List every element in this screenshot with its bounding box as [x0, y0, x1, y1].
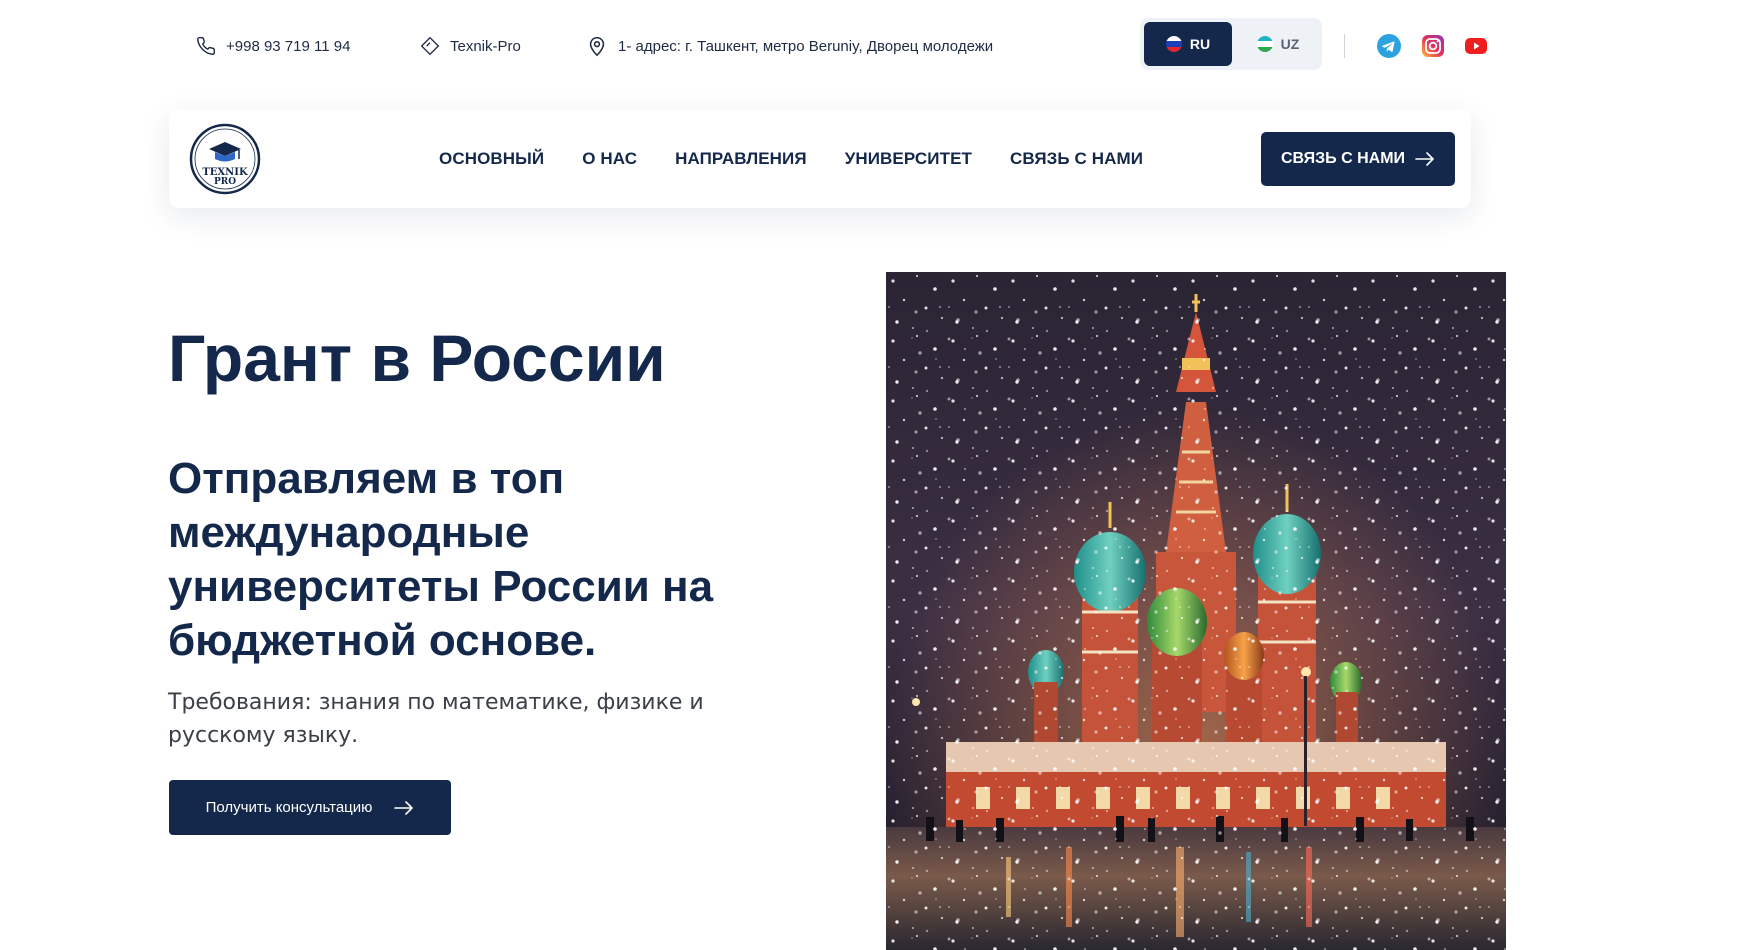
lang-ru-label: RU — [1189, 36, 1211, 52]
nav-menu: ОСНОВНЫЙ О НАС НАПРАВЛЕНИЯ УНИВЕРСИТЕТ С… — [439, 110, 1143, 208]
diamond-icon — [420, 36, 440, 56]
uzbekistan-flag-icon — [1256, 36, 1273, 52]
hero-subtitle: Отправляем в топ международные университ… — [168, 454, 714, 665]
lang-ru-button[interactable]: RU — [1144, 22, 1232, 66]
russia-flag-icon — [1165, 36, 1182, 52]
logo-text-line2: PRO — [214, 177, 236, 187]
nav-item-directions[interactable]: НАПРАВЛЕНИЯ — [675, 149, 807, 169]
location-pin-icon — [589, 36, 605, 57]
brand-contact[interactable]: Texnik-Pro — [420, 34, 521, 58]
nav-item-about[interactable]: О НАС — [582, 149, 637, 169]
phone-number: +998 93 719 11 94 — [226, 37, 351, 55]
brand-name: Texnik-Pro — [450, 37, 521, 55]
nav-item-contact[interactable]: СВЯЗЬ С НАМИ — [1010, 149, 1143, 169]
divider — [1344, 34, 1345, 58]
nav-item-main[interactable]: ОСНОВНЫЙ — [439, 149, 544, 169]
arrow-right-icon — [1415, 152, 1434, 166]
hero-title: Грант в России — [168, 321, 666, 395]
arrow-right-icon — [394, 800, 414, 815]
contact-us-button[interactable]: СВЯЗЬ С НАМИ — [1261, 132, 1455, 186]
lang-uz-label: UZ — [1280, 36, 1300, 52]
texnik-pro-logo[interactable]: TEXNIK PRO — [189, 123, 261, 195]
phone-contact[interactable]: +998 93 719 11 94 — [196, 34, 350, 58]
saint-basils-cathedral-image — [886, 272, 1506, 950]
lang-uz-button[interactable]: UZ — [1238, 22, 1318, 66]
address-contact[interactable]: 1- адрес: г. Ташкент, метро Beruniy, Дво… — [586, 34, 993, 58]
main-navbar: TEXNIK PRO ОСНОВНЫЙ О НАС НАПРАВЛЕНИЯ УН… — [169, 110, 1471, 208]
phone-icon — [197, 36, 216, 55]
contact-us-label: СВЯЗЬ С НАМИ — [1280, 150, 1406, 167]
youtube-icon[interactable] — [1464, 34, 1488, 58]
nav-item-university[interactable]: УНИВЕРСИТЕТ — [845, 149, 972, 169]
language-switcher: RU UZ — [1140, 18, 1322, 70]
instagram-icon[interactable] — [1421, 34, 1445, 58]
hero-requirements: Требования: знания по математике, физике… — [168, 690, 704, 748]
address-text: 1- адрес: г. Ташкент, метро Beruniy, Дво… — [618, 37, 994, 55]
telegram-icon[interactable] — [1377, 34, 1401, 58]
get-consultation-button[interactable]: Получить консультацию — [169, 780, 451, 835]
top-bar: +998 93 719 11 94 Texnik-Pro 1- адрес: г… — [0, 0, 1761, 90]
get-consultation-label: Получить консультацию — [205, 799, 373, 816]
